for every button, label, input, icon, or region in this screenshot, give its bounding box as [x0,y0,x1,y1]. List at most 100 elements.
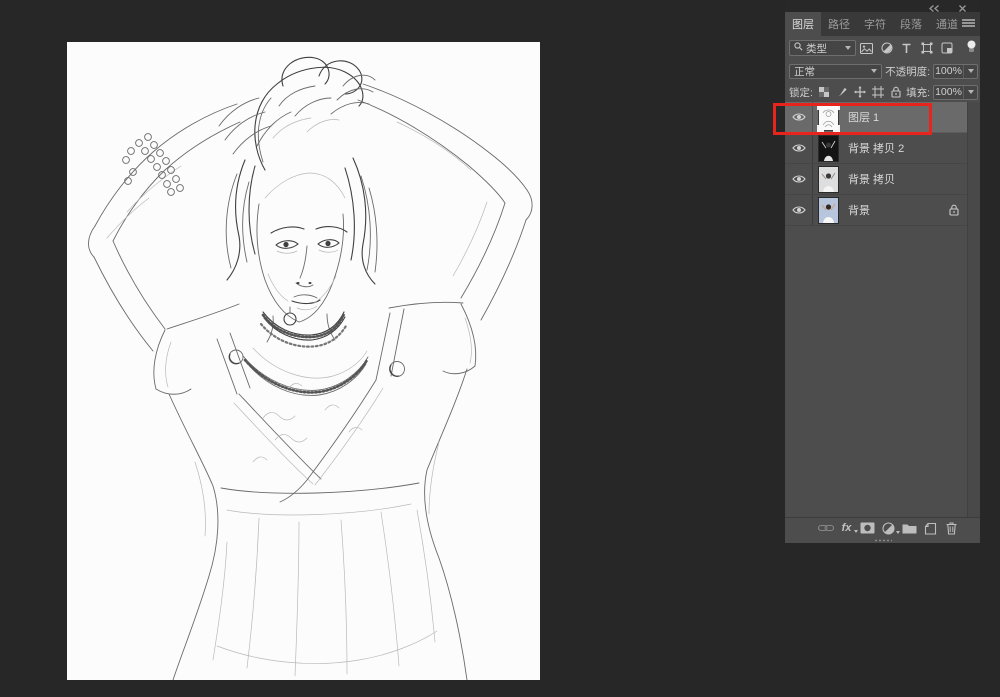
layer-filter-bar: 类型 [785,36,980,60]
opacity-dropdown-button[interactable] [963,65,977,78]
eye-icon [792,174,806,184]
link-layers-button[interactable] [815,524,836,532]
tab-layers[interactable]: 图层 [785,12,821,36]
layer-styles-button[interactable]: fx [836,522,857,534]
layer-lock-icon [949,204,959,216]
layer-row-tuceng-1[interactable]: 图层 1 [785,102,968,133]
inverted-photo-thumbnail [819,136,838,161]
layer-row-beijing[interactable]: 背景 [785,195,968,226]
layer-list: 图层 1 背景 拷贝 2 背景 拷贝 [785,102,980,517]
search-icon [794,42,803,54]
chevron-down-icon [845,46,851,50]
move-icon [854,86,866,98]
chevron-down-icon [871,69,877,73]
padlock-icon [891,86,901,98]
opacity-value: 100% [934,65,963,77]
document-canvas[interactable] [67,42,540,680]
smart-object-filter-button[interactable] [937,40,956,57]
lock-bar: 锁定: 填充: 100% [785,82,980,102]
trash-icon [946,522,957,535]
panel-titlebar [785,0,980,12]
panel-menu-icon[interactable] [962,19,975,31]
tab-paths[interactable]: 路径 [821,12,857,36]
layers-panel: 图层 路径 字符 段落 通道 类型 [785,0,980,542]
visibility-toggle[interactable] [785,164,813,194]
tab-character-label: 字符 [864,16,886,32]
fx-icon: fx [842,522,852,534]
layer-name: 图层 1 [848,109,879,125]
visibility-toggle[interactable] [785,133,813,163]
lock-artboard-button[interactable] [869,85,887,100]
photoshop-workspace: 图层 路径 字符 段落 通道 类型 [0,0,1000,697]
tab-character[interactable]: 字符 [857,12,893,36]
opacity-field[interactable]: 100% [933,64,978,79]
blend-mode-dropdown[interactable]: 正常 [789,64,882,79]
opacity-label: 不透明度: [885,64,930,79]
shape-layer-filter-button[interactable] [917,40,936,57]
pixel-layer-filter-icon [860,43,873,54]
link-icon [818,524,834,532]
shape-layer-filter-icon [921,42,933,54]
checkerboard-icon [819,87,829,97]
filter-kind-dropdown[interactable]: 类型 [789,40,856,56]
original-photo-thumbnail [819,198,838,223]
layer-thumbnail[interactable] [817,103,840,132]
chevron-down-icon [968,69,974,73]
sketch-drawing [67,42,540,680]
layer-thumbnail[interactable] [817,134,840,163]
layer-row-beijing-kaobei[interactable]: 背景 拷贝 [785,164,968,195]
fill-value: 100% [934,86,963,98]
filter-toggle-icon[interactable] [965,40,978,57]
desaturated-photo-thumbnail [819,167,838,192]
visibility-toggle[interactable] [785,102,813,132]
panel-resize-handle[interactable] [785,538,980,543]
tab-paragraph-label: 段落 [900,16,922,32]
adjustment-layer-filter-button[interactable] [877,40,896,57]
fill-field[interactable]: 100% [933,85,978,100]
chevron-down-icon [968,90,974,94]
panel-tab-bar: 图层 路径 字符 段落 通道 [785,12,980,36]
blend-mode-bar: 正常 不透明度: 100% [785,60,980,82]
lock-all-button[interactable] [887,85,905,100]
filter-kind-label: 类型 [806,41,827,56]
type-layer-filter-button[interactable] [897,40,916,57]
adjustment-circle-icon [882,522,895,535]
eye-icon [792,205,806,215]
type-layer-filter-icon [901,43,912,54]
new-group-button[interactable] [899,523,920,534]
layer-thumbnail[interactable] [817,165,840,194]
tab-paragraph[interactable]: 段落 [893,12,929,36]
panel-footer-toolbar: fx [785,517,980,538]
tab-paths-label: 路径 [828,16,850,32]
tab-channels-label: 通道 [936,16,958,32]
smart-object-filter-icon [941,42,953,54]
new-adjustment-layer-button[interactable] [878,522,899,535]
pixel-layer-filter-button[interactable] [857,40,876,57]
folder-icon [902,523,917,534]
new-layer-button[interactable] [920,522,941,535]
bracelet-beads [123,134,184,196]
eye-icon [792,112,806,122]
tab-channels[interactable]: 通道 [929,12,965,36]
new-layer-icon [924,522,937,535]
add-layer-mask-button[interactable] [857,522,878,534]
artboard-icon [872,86,884,98]
lock-image-pixels-button[interactable] [833,85,851,100]
lock-position-button[interactable] [851,85,869,100]
eye-icon [792,143,806,153]
adjustment-layer-filter-icon [881,42,893,54]
visibility-toggle[interactable] [785,195,813,225]
layer-mask-icon [860,522,875,534]
layer-row-beijing-kaobei-2[interactable]: 背景 拷贝 2 [785,133,968,164]
layer-thumbnail[interactable] [817,196,840,225]
lock-transparent-pixels-button[interactable] [815,85,833,100]
lock-label: 锁定: [789,85,813,100]
tab-layers-label: 图层 [792,16,814,32]
blend-mode-value: 正常 [794,64,815,79]
fill-label: 填充: [906,85,930,100]
fill-dropdown-button[interactable] [963,86,977,99]
brush-icon [836,86,848,98]
delete-layer-button[interactable] [941,522,962,535]
panel-scrollbar[interactable] [967,102,980,517]
layer-name: 背景 拷贝 2 [848,140,904,156]
